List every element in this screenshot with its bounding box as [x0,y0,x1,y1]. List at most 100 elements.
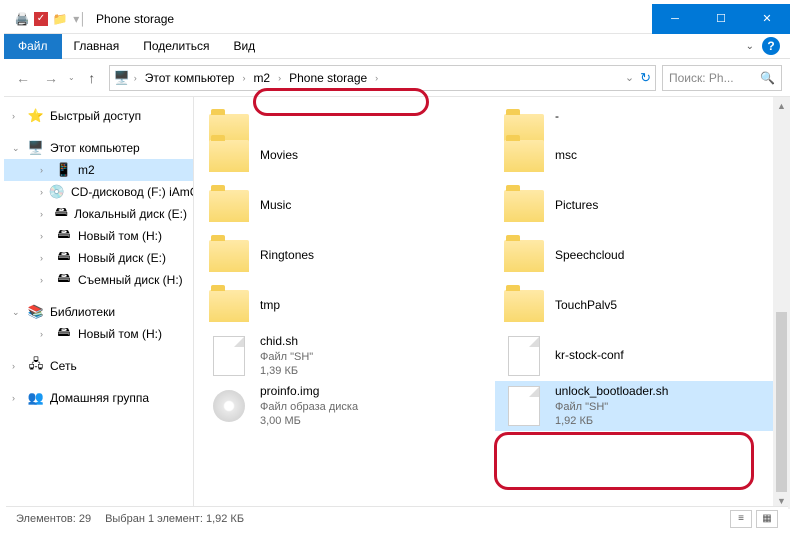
ribbon-tab-view[interactable]: Вид [221,35,267,57]
refresh-icon[interactable]: ↻ [640,70,651,86]
libraries-icon: 📚 [28,304,44,320]
address-box[interactable]: 🖥️ › Этот компьютер › m2 › Phone storage… [109,65,656,91]
minimize-button[interactable]: ─ [652,4,698,34]
folder-item-music[interactable]: Music [200,181,495,231]
file-name: Speechcloud [555,248,624,264]
file-name: msc [555,148,577,164]
ribbon-file-tab[interactable]: Файл [4,34,62,59]
nav-history-dropdown[interactable]: ⌄ [68,73,75,82]
sidebar-label: Этот компьютер [50,141,140,155]
sidebar-libraries[interactable]: ⌄ 📚 Библиотеки [4,301,193,323]
tree-caret-icon[interactable]: › [40,231,50,241]
sidebar-item-new-vol-e[interactable]: › 🖴 Новый диск (E:) [4,247,193,269]
breadcrumb-root[interactable]: Этот компьютер [141,69,239,87]
breadcrumb-m2[interactable]: m2 [249,69,274,87]
status-selection: Выбран 1 элемент: 1,92 КБ [105,513,244,525]
sidebar-label: Новый том (H:) [78,327,162,341]
tree-caret-icon[interactable]: › [12,393,22,403]
file-type: Файл образа диска [260,400,358,414]
sidebar-item-m2[interactable]: › 📱 m2 [4,159,193,181]
view-details-button[interactable]: ≡ [730,510,752,528]
sidebar-label: Новый том (H:) [78,229,162,243]
folder-item-speechcloud[interactable]: Speechcloud [495,231,790,281]
folder-icon [209,240,249,272]
ribbon-tab-home[interactable]: Главная [62,35,132,57]
sidebar-item-removable[interactable]: › 🖴 Съемный диск (H:) [4,269,193,291]
ribbon-tab-share[interactable]: Поделиться [131,35,221,57]
qat-checkbox-icon[interactable]: ✓ [34,12,48,26]
folder-item-tmp[interactable]: tmp [200,281,495,331]
sidebar-network[interactable]: › 🖧 Сеть [4,355,193,377]
tree-caret-icon[interactable]: › [40,253,50,263]
tree-caret-icon[interactable]: › [40,329,50,339]
file-name: proinfo.img [260,384,358,400]
sidebar-item-new-vol-h[interactable]: › 🖴 Новый том (H:) [4,225,193,247]
folder-icon [209,290,249,322]
sidebar-quick-access[interactable]: › ⭐ Быстрый доступ [4,105,193,127]
file-name: chid.sh [260,334,313,350]
folder-icon [209,140,249,172]
tree-caret-icon[interactable]: › [40,209,49,219]
tree-caret-icon[interactable]: ⌄ [12,307,22,318]
folder-item[interactable] [200,103,495,131]
status-count: Элементов: 29 [16,513,91,525]
phone-icon: 📱 [56,162,72,178]
folder-item-pictures[interactable]: Pictures [495,181,790,231]
drive-icon: 🖴 [55,206,69,222]
sidebar-item-new-vol-h2[interactable]: › 🖴 Новый том (H:) [4,323,193,345]
file-item-kr-stock-conf[interactable]: kr-stock-conf [495,331,790,381]
breadcrumb-phone-storage[interactable]: Phone storage [285,69,371,87]
file-name: tmp [260,298,280,314]
scroll-up-button[interactable]: ▲ [773,97,790,114]
file-name: - [555,109,559,125]
sidebar-this-pc[interactable]: ⌄ 🖥️ Этот компьютер [4,137,193,159]
folder-item[interactable]: - [495,103,790,131]
chevron-right-icon[interactable]: › [242,73,245,83]
maximize-button[interactable]: ☐ [698,4,744,34]
pc-icon: 🖥️ [28,140,44,156]
file-list: - Movies msc Music Picture [194,97,790,509]
nav-up-button[interactable]: ↑ [81,67,103,89]
usb-icon: 🖴 [56,272,72,288]
vertical-scrollbar[interactable]: ▲ ▼ [773,97,790,509]
view-tiles-button[interactable]: ▦ [756,510,778,528]
sidebar-label: Быстрый доступ [50,109,141,123]
folder-icon [209,190,249,222]
address-dropdown-icon[interactable]: ⌄ [625,71,634,84]
search-input[interactable]: Поиск: Ph... 🔍 [662,65,782,91]
folder-icon [504,140,544,172]
document-icon [508,336,540,376]
chevron-right-icon[interactable]: › [375,73,378,83]
file-name: unlock_bootloader.sh [555,384,668,400]
statusbar: Элементов: 29 Выбран 1 элемент: 1,92 КБ … [6,506,788,530]
file-name: Ringtones [260,248,314,264]
tree-caret-icon[interactable]: › [12,111,22,121]
folder-icon [504,190,544,222]
chevron-right-icon[interactable]: › [134,73,137,83]
tree-caret-icon[interactable]: › [12,361,22,371]
tree-caret-icon[interactable]: › [40,275,50,285]
folder-item-ringtones[interactable]: Ringtones [200,231,495,281]
file-name: kr-stock-conf [555,348,624,364]
sidebar-item-local-disk[interactable]: › 🖴 Локальный диск (E:) [4,203,193,225]
nav-forward-button[interactable]: → [40,67,62,89]
scrollbar-thumb[interactable] [776,312,787,492]
tree-caret-icon[interactable]: ⌄ [12,143,22,154]
sidebar-item-cd[interactable]: › 💿 CD-дисковод (F:) iAmC [4,181,193,203]
folder-icon [504,240,544,272]
sidebar-label: CD-дисковод (F:) iAmC [71,185,193,199]
nav-back-button[interactable]: ← [12,67,34,89]
ribbon-expand-icon[interactable]: ⌄ [746,41,754,52]
chevron-right-icon[interactable]: › [278,73,281,83]
file-item-proinfo[interactable]: proinfo.img Файл образа диска 3,00 МБ [200,381,495,431]
file-item-chid-sh[interactable]: chid.sh Файл "SH" 1,39 КБ [200,331,495,381]
help-icon[interactable]: ? [762,37,780,55]
folder-item-touchpalv5[interactable]: TouchPalv5 [495,281,790,331]
tree-caret-icon[interactable]: › [40,165,50,175]
file-name: Music [260,198,291,214]
file-item-unlock-bootloader[interactable]: unlock_bootloader.sh Файл "SH" 1,92 КБ [495,381,790,431]
qat-divider: ▾│ [72,11,88,27]
close-button[interactable]: ✕ [744,4,790,34]
tree-caret-icon[interactable]: › [40,187,43,197]
sidebar-homegroup[interactable]: › 👥 Домашняя группа [4,387,193,409]
